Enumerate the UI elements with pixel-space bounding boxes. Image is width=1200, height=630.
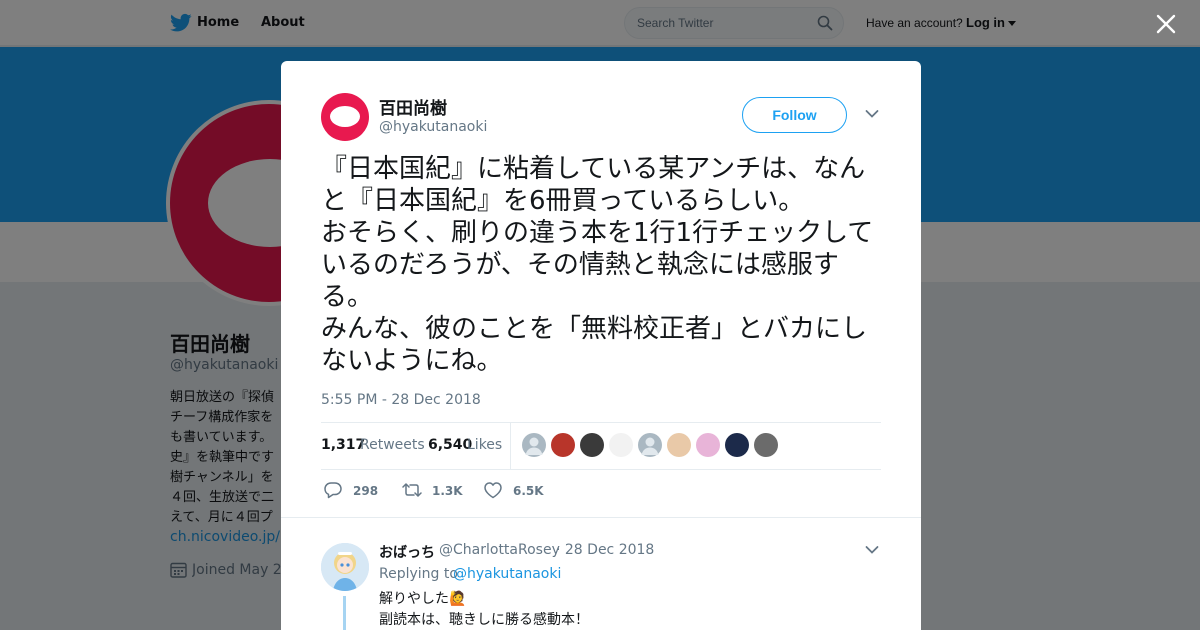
- likes-label[interactable]: Likes: [467, 437, 502, 453]
- divider: [321, 469, 881, 470]
- close-icon[interactable]: [1154, 12, 1178, 36]
- follow-button[interactable]: Follow: [742, 97, 847, 133]
- retweet-icon[interactable]: [402, 481, 422, 499]
- reply-author-name[interactable]: おばっち: [379, 542, 435, 562]
- reply-count: 298: [353, 484, 379, 498]
- likes-count[interactable]: 6,540: [428, 437, 472, 453]
- divider: [321, 422, 881, 423]
- default-avatar-liker-avatar[interactable]: [522, 433, 546, 457]
- reply-icon[interactable]: [323, 481, 343, 499]
- tweet-author-avatar[interactable]: [321, 93, 369, 141]
- chevron-down-icon[interactable]: [865, 109, 879, 119]
- retweets-label[interactable]: Retweets: [360, 437, 425, 453]
- avatar-cat-liker-avatar[interactable]: [667, 433, 691, 457]
- chevron-down-icon[interactable]: [865, 545, 879, 555]
- anime-doll-avatar: [321, 543, 369, 591]
- avatar-sketch-liker-avatar[interactable]: [609, 433, 633, 457]
- replying-to-link[interactable]: @hyakutanaoki: [453, 566, 561, 582]
- reply-date[interactable]: · 28 Dec 2018: [556, 542, 654, 558]
- avatar-red-liker-avatar[interactable]: [551, 433, 575, 457]
- avatar-gray-liker-avatar[interactable]: [754, 433, 778, 457]
- reply-author-avatar[interactable]: [321, 543, 369, 591]
- tweet-timestamp[interactable]: 5:55 PM - 28 Dec 2018: [321, 392, 481, 408]
- replying-label: Replying to: [379, 566, 458, 582]
- reply-author-handle[interactable]: @CharlottaRosey: [439, 542, 560, 558]
- retweet-count: 1.3K: [432, 484, 463, 498]
- default-avatar-liker-avatar[interactable]: [638, 433, 662, 457]
- like-count: 6.5K: [513, 484, 544, 498]
- avatar-bw-portrait-liker-avatar[interactable]: [580, 433, 604, 457]
- reply-thread-line: [343, 596, 346, 630]
- reply-text: 解りやした🙋 副読本は、聴きしに勝る感動本！: [379, 591, 589, 628]
- tweet-modal: 百田尚樹 @hyakutanaoki Follow 『日本国紀』に粘着している某…: [281, 61, 921, 630]
- retweets-count[interactable]: 1,317: [321, 437, 365, 453]
- tweet-author-handle[interactable]: @hyakutanaoki: [379, 119, 487, 135]
- tweet-text: 『日本国紀』に粘着している某アンチは、なんと『日本国紀』を6冊買っているらしい。…: [321, 154, 874, 376]
- avatar-pink-pattern-liker-avatar[interactable]: [696, 433, 720, 457]
- divider: [281, 517, 921, 518]
- heart-icon[interactable]: [483, 481, 503, 499]
- divider: [510, 423, 511, 469]
- avatar-dark-liker-avatar[interactable]: [725, 433, 749, 457]
- tweet-author-name[interactable]: 百田尚樹: [379, 94, 447, 119]
